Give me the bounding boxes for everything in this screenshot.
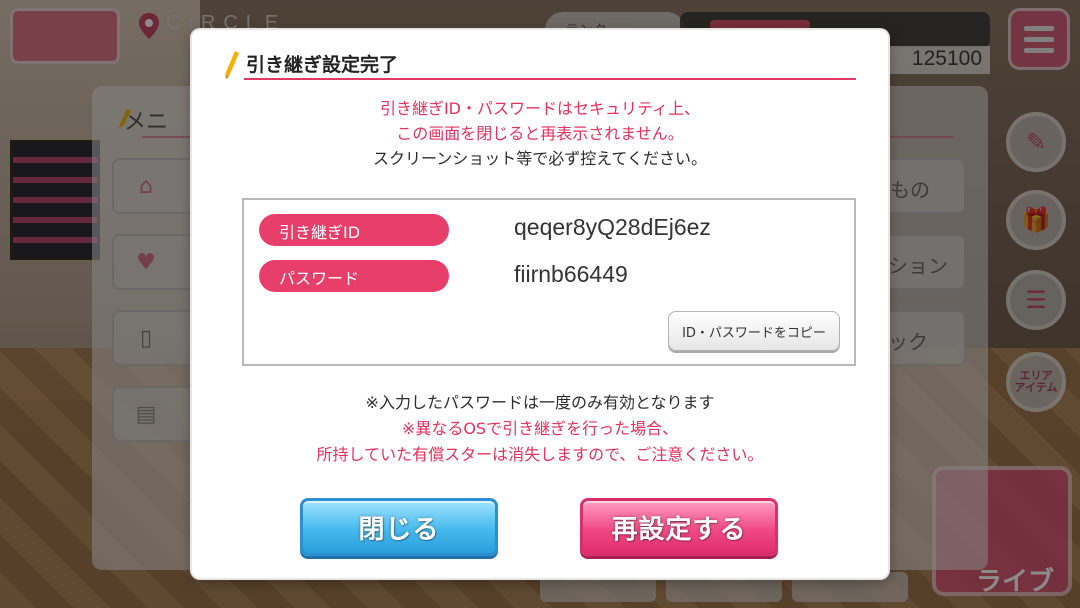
- credentials-box: 引き継ぎID qeqer8yQ28dEj6ez パスワード fiirnb6644…: [242, 198, 856, 366]
- transfer-id-value: qeqer8yQ28dEj6ez: [514, 214, 711, 240]
- password-value: fiirnb66449: [514, 261, 628, 287]
- note-line: 所持していた有償スターは消失しますので、ご注意ください。: [316, 445, 764, 464]
- close-button[interactable]: 閉じる: [300, 498, 498, 556]
- copy-credentials-button[interactable]: ID・パスワードをコピー: [668, 311, 840, 351]
- security-warning: 引き継ぎID・パスワードはセキュリティ上、 この画面を閉じると再表示されません。…: [192, 96, 888, 171]
- transfer-id-label: 引き継ぎID: [259, 214, 449, 246]
- note-line: ※異なるOSで引き継ぎを行った場合、: [401, 419, 679, 438]
- warning-line: この画面を閉じると再表示されません。: [396, 124, 684, 143]
- pen-icon: [225, 51, 239, 79]
- dialog-title-underline: [244, 78, 856, 80]
- warning-line: スクリーンショット等で必ず控えてください。: [373, 149, 707, 168]
- transfer-complete-dialog: 引き継ぎ設定完了 引き継ぎID・パスワードはセキュリティ上、 この画面を閉じると…: [192, 30, 888, 578]
- warning-line: 引き継ぎID・パスワードはセキュリティ上、: [379, 99, 701, 118]
- password-label: パスワード: [259, 260, 449, 292]
- reset-button[interactable]: 再設定する: [580, 498, 778, 556]
- dialog-title: 引き継ぎ設定完了: [246, 54, 399, 76]
- note-line: ※入力したパスワードは一度のみ有効となります: [365, 393, 715, 412]
- notes-block: ※入力したパスワードは一度のみ有効となります ※異なるOSで引き継ぎを行った場合…: [192, 390, 888, 468]
